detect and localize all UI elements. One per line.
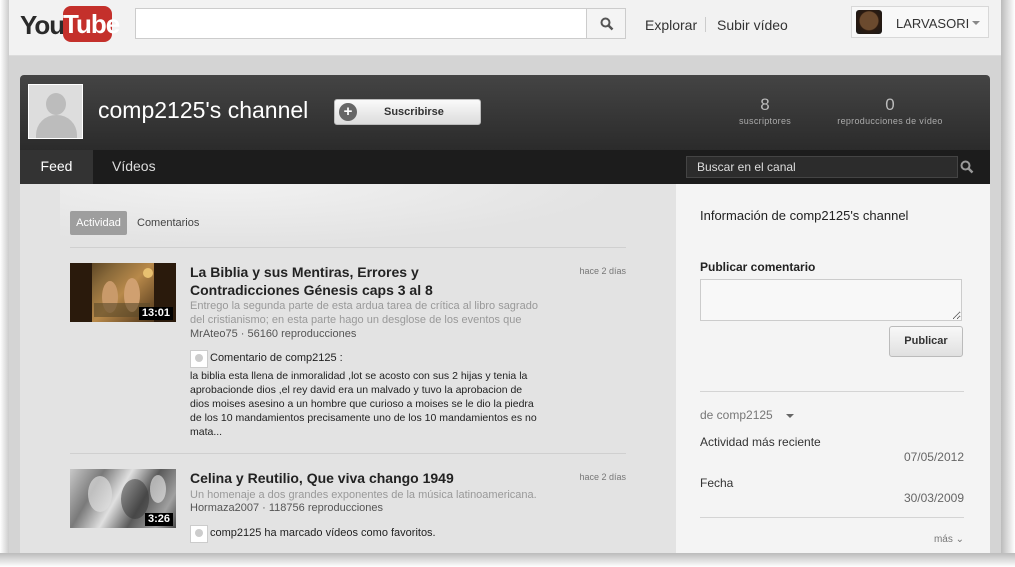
more-link[interactable]: más ⌄ [916,534,964,545]
video-thumbnail[interactable]: 3:26 [70,469,176,528]
date-value: 30/03/2009 [903,491,964,505]
video-views-label: reproducciones de vídeo [837,116,943,126]
youtube-logo[interactable]: You Tube [20,6,120,44]
comment-input[interactable] [700,279,962,321]
search-icon[interactable] [960,160,974,174]
video-duration: 3:26 [144,513,173,526]
video-description: Un homenaje a dos grandes exponentes de … [190,489,537,501]
channel-nav: Feed Vídeos Buscar en el canal [20,150,990,184]
channel-title: comp2125's channel [98,97,309,123]
publish-button[interactable]: Publicar [889,326,963,357]
activity-action: Comentario de comp2125 : [210,352,343,364]
nav-upload-link[interactable]: Subir vídeo [717,17,788,33]
divider [700,517,964,518]
search-button[interactable] [586,8,626,39]
channel-search-input[interactable]: Buscar en el canal [686,156,958,178]
logo-tube-text: Tube [63,6,120,42]
video-description: Entrego la segunda parte de esta ardua t… [190,300,538,326]
video-title[interactable]: Celina y Reutilio, Que viva chango 1949 [190,469,530,487]
nav-divider [705,17,706,32]
comment-text: la biblia esta llena de inmoralidad ,lot… [190,370,537,438]
user-avatar [856,10,882,34]
channel-sidebar: Información de comp2125's channel Public… [676,184,990,553]
about-title: Información de comp2125's channel [700,208,909,223]
filter-activity-button[interactable]: Actividad [70,211,127,235]
item-timestamp: hace 2 días [579,472,626,482]
nav-explore-link[interactable]: Explorar [645,17,697,33]
divider [70,453,626,454]
window-edge-left [0,0,9,567]
user-name: LARVASORI [896,16,970,31]
avatar [190,525,208,543]
recent-activity-value: 07/05/2012 [903,450,964,464]
from-user-dropdown[interactable]: de comp2125 [700,408,773,422]
subscribe-button[interactable]: + Suscribirse [334,99,481,125]
item-timestamp: hace 2 días [579,266,626,276]
logo-you-text: You [20,10,65,40]
search-icon [600,17,614,31]
post-comment-label: Publicar comentario [700,260,816,274]
user-menu[interactable]: LARVASORI [851,6,989,38]
masthead: You Tube Explorar Subir vídeo LARVASORI [9,0,1001,56]
channel-frame: comp2125's channel + Suscribirse 8 suscr… [9,56,1001,553]
filter-comments-link[interactable]: Comentarios [137,217,199,229]
window-edge-bottom [0,553,1015,567]
date-label: Fecha [700,476,734,490]
recent-activity-label: Actividad más reciente [700,435,821,449]
chevron-down-icon [972,21,980,25]
avatar [190,350,208,368]
channel-avatar [28,84,83,139]
divider [70,247,626,248]
tab-videos[interactable]: Vídeos [112,150,156,184]
plus-icon: + [339,103,357,121]
video-thumbnail[interactable]: 13:01 [70,263,176,322]
subscribers-label: suscriptores [738,116,792,126]
activity-action: comp2125 ha marcado vídeos como favorito… [210,527,436,539]
video-views-count: 0 [885,95,895,114]
subscribe-label: Suscribirse [384,106,444,118]
chevron-down-icon[interactable] [786,414,794,418]
divider [700,391,964,392]
channel-header: comp2125's channel + Suscribirse 8 suscr… [20,75,990,150]
search-input[interactable] [135,8,587,39]
tab-feed[interactable]: Feed [20,150,93,184]
feed-column: Actividad Comentarios 13:01 La Biblia y … [20,184,676,553]
video-duration: 13:01 [138,307,173,320]
video-meta[interactable]: Hormaza2007 · 118756 reproducciones [190,502,383,514]
video-meta[interactable]: MrAteo75 · 56160 reproducciones [190,328,356,340]
video-title[interactable]: La Biblia y sus Mentiras, Errores y Cont… [190,263,530,299]
subscribers-count: 8 [760,95,770,114]
window-edge-right [1001,0,1015,567]
